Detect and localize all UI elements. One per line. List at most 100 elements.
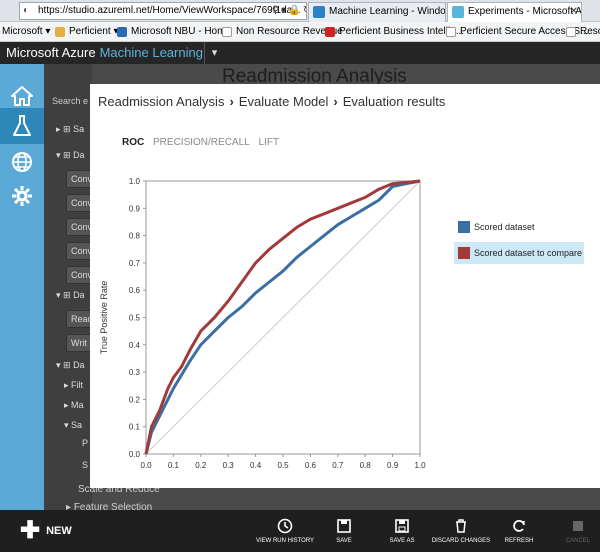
tab-favicon-icon [313,6,325,18]
y-tick-label: 0.5 [129,314,141,323]
globe-icon [12,152,32,172]
legend-label: Scored dataset to compare [474,248,583,258]
x-tick-label: 0.0 [140,461,152,470]
nav-rail [0,64,44,516]
lock-icon: 🔒 [288,5,303,16]
palette-module[interactable]: Conv [66,194,92,212]
palette-module[interactable]: Conv [66,218,92,236]
page-icon: ◐ [23,5,30,16]
command-bar: ✚ NEW VIEW RUN HISTORY SAVE SAVE AS DISCA… [0,510,600,552]
perficient-icon [325,27,335,37]
palette-search-input[interactable]: Search e [52,96,88,106]
palette-section-label: Ma [71,400,84,410]
x-tick-label: 0.9 [387,461,399,470]
palette-section[interactable]: ▾ ⊞ Da [56,290,85,301]
page-icon [566,27,576,37]
nav-web-services[interactable] [0,144,44,180]
palette-section[interactable]: ▸ Ma [64,400,84,411]
palette-module[interactable]: Conv [66,266,92,284]
page-icon [222,27,232,37]
palette-section[interactable]: P [82,438,88,448]
browser-tab-machine-learning[interactable]: Machine Learning - Windows ... [308,2,446,22]
button-label: VIEW RUN HISTORY [255,538,315,544]
palette-section[interactable]: ▾ Sa [64,420,82,431]
favorite-microsoft[interactable]: Microsoft ▾ [2,25,50,39]
favorite-resou[interactable]: Resou [566,25,600,39]
breadcrumb-item[interactable]: Evaluate Model [239,94,329,109]
y-tick-label: 0.8 [129,232,141,241]
palette-module[interactable]: Conv [66,242,92,260]
breadcrumb-item[interactable]: Readmission Analysis [98,94,224,109]
x-tick-label: 0.3 [223,461,235,470]
clock-icon [277,518,293,534]
search-icon[interactable]: ⚲ [272,5,281,16]
plus-icon: ✚ [20,517,41,544]
legend-item-scored-dataset[interactable]: Scored dataset [454,216,584,238]
folder-icon [55,27,65,37]
favorite-perficient[interactable]: Perficient ▾ [55,25,119,39]
roc-chart: 0.0 0.1 0.2 0.3 0.4 0.5 0.6 0.7 0.8 0.9 1.0 0.0 0.1 0… [99,177,426,470]
button-label: CANCEL [565,538,591,544]
nav-experiments[interactable] [0,108,44,144]
palette-section-label: Sa [73,124,85,134]
favorite-microsoft-nbu[interactable]: Microsoft NBU - Home [117,25,231,39]
palette-module[interactable]: Conv [66,170,92,188]
new-button[interactable]: ✚ NEW [20,518,72,544]
flask-icon [13,115,31,136]
legend-label: Scored dataset [474,222,535,232]
x-tick-label: 0.1 [168,461,180,470]
tab-close-icon[interactable]: ✕ [570,3,578,21]
legend-swatch [458,247,470,259]
tab-lift[interactable]: LIFT [259,137,280,148]
button-label: DISCARD CHANGES [431,538,491,544]
x-tick-label: 0.2 [195,461,207,470]
breadcrumb: Readmission Analysis › Evaluate Model › Eval… [98,94,445,109]
address-bar-icons: ⚲▾🔒↻ [272,3,306,19]
workspace-chevron-down-icon[interactable]: ▾ [204,42,224,64]
favorite-label: Resou [580,26,600,37]
y-tick-label: 0.9 [129,204,141,213]
y-tick-label: 0.6 [129,286,141,295]
x-tick-label: 0.5 [277,461,289,470]
stop-icon [573,521,583,531]
save-icon [337,519,351,533]
address-bar[interactable]: ◐ https://studio.azureml.net/Home/ViewWo… [19,2,307,20]
breadcrumb-item: Evaluation results [342,94,446,109]
refresh-icon[interactable]: ↻ [303,5,306,16]
browser-tab-experiments[interactable]: Experiments - Microsoft Az... ✕ [447,2,582,22]
favorite-label: Perficient [69,26,111,37]
legend-item-scored-dataset-to-compare[interactable]: Scored dataset to compare [454,242,584,264]
favorite-perficient-bi[interactable]: Perficient Business Intellig... [325,25,464,39]
palette-section-label: S [82,460,89,470]
brand[interactable]: Microsoft Azure Machine Learning [6,42,203,64]
palette-section[interactable]: ▾ ⊞ Da [56,150,85,161]
palette-section[interactable]: ▸ ⊞ Sa [56,124,84,135]
diagonal-reference-line [145,180,421,455]
page-icon [446,27,456,37]
button-label: REFRESH [504,538,534,544]
favorite-label: Microsoft [2,26,43,37]
tab-label: Machine Learning - Windows ... [329,6,446,17]
palette-section[interactable]: ▾ ⊞ Da [56,360,85,371]
y-tick-label: 0.3 [129,368,141,377]
palette-module[interactable]: Writ [66,334,92,352]
tab-label: Experiments - Microsoft Az... [468,6,582,17]
tab-precision-recall[interactable]: PRECISION/RECALL [153,137,250,148]
button-label: SAVE [336,538,352,544]
palette-section-label: Da [73,150,85,160]
brand-name: Microsoft Azure [6,45,96,60]
evaluation-results-dialog: Readmission Analysis › Evaluate Model › Eval… [90,84,600,488]
y-axis-label: True Positive Rate [99,281,109,355]
palette-section-label: Filt [71,380,84,390]
palette-module[interactable]: Reac [66,310,92,328]
y-tick-label: 0.1 [129,423,141,432]
x-tick-label: 0.8 [360,461,372,470]
palette-section[interactable]: ▸ Filt [64,380,83,391]
chart-tabs: ROC PRECISION/RECALL LIFT [122,137,285,148]
trash-icon [456,519,466,533]
nav-settings[interactable] [0,178,44,214]
tab-roc[interactable]: ROC [122,137,144,148]
button-label: SAVE AS [389,538,415,544]
palette-section[interactable]: S [82,460,88,470]
x-tick-label: 1.0 [414,461,426,470]
